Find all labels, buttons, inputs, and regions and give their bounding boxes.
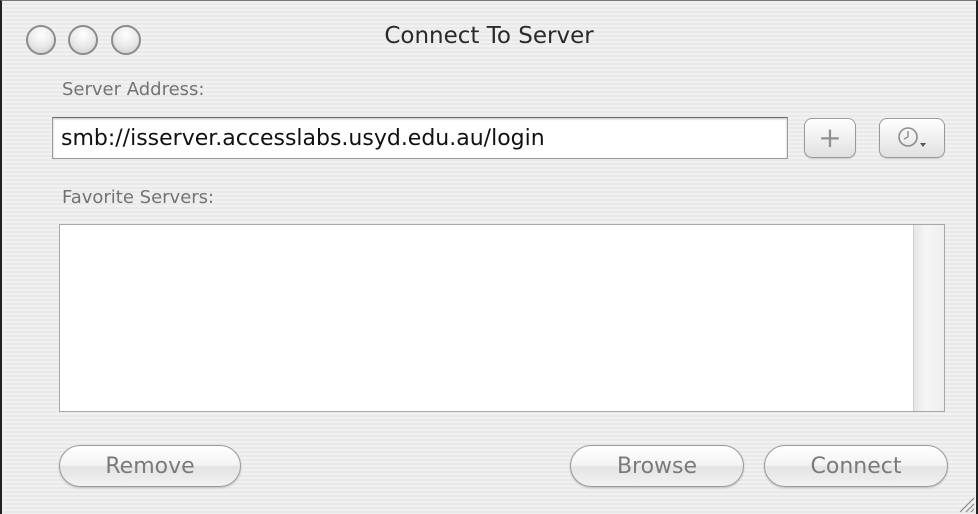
add-to-favorites-button[interactable]: + xyxy=(804,118,856,158)
server-address-label: Server Address: xyxy=(62,79,205,100)
browse-button[interactable]: Browse xyxy=(570,445,744,487)
favorite-servers-label: Favorite Servers: xyxy=(62,187,215,208)
resize-grip-icon[interactable] xyxy=(954,492,976,514)
clock-icon xyxy=(898,127,926,147)
connect-to-server-window: Connect To Server Server Address: + Favo… xyxy=(0,0,978,514)
remove-button[interactable]: Remove xyxy=(59,445,241,487)
connect-button[interactable]: Connect xyxy=(764,445,948,487)
plus-icon: + xyxy=(818,121,842,154)
title-bar[interactable]: Connect To Server xyxy=(2,1,976,67)
recent-servers-button[interactable] xyxy=(879,118,945,158)
favorites-scrollbar[interactable] xyxy=(913,225,944,411)
server-address-input[interactable] xyxy=(52,117,788,159)
window-title: Connect To Server xyxy=(384,23,594,49)
favorite-servers-list[interactable] xyxy=(59,224,945,412)
